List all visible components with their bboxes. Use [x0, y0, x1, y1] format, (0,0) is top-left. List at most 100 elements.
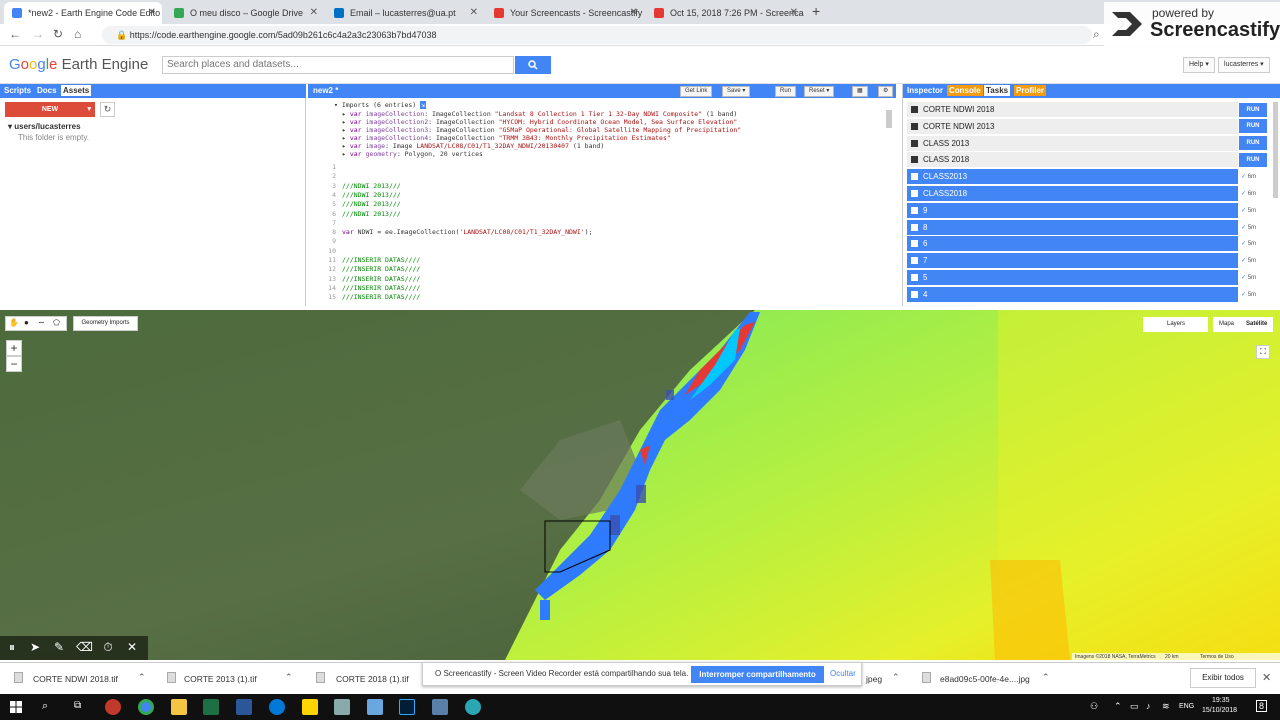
- home-icon[interactable]: ⌂: [74, 27, 81, 41]
- reset-button[interactable]: Reset ▾: [804, 86, 835, 97]
- task-view-icon[interactable]: ⧉: [74, 700, 81, 711]
- completed-task-item[interactable]: CLASS2018: [907, 186, 1238, 201]
- code-area[interactable]: ▾ Imports (6 entries) ⇲ ▸ var imageColle…: [308, 100, 892, 306]
- search-input[interactable]: Search places and datasets...: [162, 56, 514, 74]
- url-field[interactable]: 🔒 https://code.earthengine.google.com/5a…: [102, 26, 1092, 44]
- map-type-satellite[interactable]: Satélite: [1246, 317, 1267, 332]
- import-entry[interactable]: ▸ var imageCollection: ImageCollection "…: [342, 110, 737, 118]
- pen-icon[interactable]: ✎: [51, 640, 67, 654]
- hand-icon[interactable]: ✋: [9, 318, 19, 327]
- clock-date[interactable]: 15/10/2018: [1202, 707, 1237, 714]
- completed-task-item[interactable]: 8: [907, 219, 1238, 235]
- import-entry[interactable]: ▸ var geometry: Polygon, 20 vertices: [342, 150, 483, 158]
- search-icon[interactable]: ⌕: [42, 700, 48, 713]
- import-entry[interactable]: ▸ var imageCollection4: ImageCollection …: [342, 134, 671, 142]
- imports-header[interactable]: ▾ Imports (6 entries) ⇲: [334, 101, 427, 109]
- clock-time[interactable]: 19:35: [1212, 697, 1230, 704]
- download-item[interactable]: CORTE 2018 (1).tif: [336, 674, 409, 684]
- user-menu-button[interactable]: lucasterres ▾: [1218, 57, 1270, 73]
- completed-task-item[interactable]: 6: [907, 236, 1238, 252]
- chevron-up-icon[interactable]: ⌃: [285, 672, 293, 683]
- code-line[interactable]: ///NDWI 2013///: [342, 191, 401, 199]
- tab-email[interactable]: Email – lucasterres@ua.pt ✕: [326, 2, 484, 24]
- map-view[interactable]: ✋ ● ∼ ⬠ Geometry Imports + − Layers Mapa…: [0, 310, 1280, 660]
- code-line[interactable]: ///NDWI 2013///: [342, 210, 401, 218]
- tab-screencasts[interactable]: Your Screencasts - Screencastify ✕: [486, 2, 644, 24]
- help-button[interactable]: Help ▾: [1183, 57, 1215, 73]
- map-type-map[interactable]: Mapa: [1219, 317, 1234, 332]
- completed-task-item[interactable]: 7: [907, 253, 1238, 269]
- tab-assets[interactable]: Assets: [61, 85, 92, 96]
- show-all-downloads-button[interactable]: Exibir todos: [1190, 668, 1256, 688]
- user-folder[interactable]: ▾ users/lucasterres: [8, 122, 81, 131]
- polygon-icon[interactable]: ⬠: [53, 318, 60, 327]
- app-icon[interactable]: [105, 699, 121, 715]
- timer-icon[interactable]: ⏱: [100, 640, 116, 655]
- tab-scripts[interactable]: Scripts: [2, 85, 33, 96]
- tab-google-drive[interactable]: O meu disco – Google Drive ✕: [166, 2, 324, 24]
- completed-task-item[interactable]: 4: [907, 286, 1238, 302]
- wifi-icon[interactable]: ≋: [1162, 701, 1170, 712]
- tab-docs[interactable]: Docs: [35, 85, 59, 96]
- layers-button[interactable]: Layers: [1143, 317, 1208, 332]
- run-task-button[interactable]: RUN: [1239, 119, 1267, 134]
- volume-icon[interactable]: ♪: [1146, 701, 1151, 711]
- line-icon[interactable]: ∼: [38, 318, 45, 327]
- code-line[interactable]: ///NDWI 2013///: [342, 182, 401, 190]
- search-button[interactable]: [515, 56, 551, 74]
- tasks-scrollbar[interactable]: [1273, 102, 1278, 198]
- run-button[interactable]: Run: [775, 86, 797, 97]
- settings-icon[interactable]: ⚙: [878, 86, 894, 97]
- tab-profiler[interactable]: Profiler: [1014, 85, 1047, 96]
- close-icon[interactable]: ✕: [124, 640, 140, 654]
- chevron-up-icon[interactable]: ⌃: [1114, 701, 1122, 712]
- tab-tasks[interactable]: Tasks: [984, 85, 1011, 96]
- edge-icon[interactable]: [269, 699, 285, 715]
- code-line[interactable]: ///INSERIR DATAS////: [342, 284, 420, 292]
- word-icon[interactable]: [236, 699, 252, 715]
- close-icon[interactable]: ✕: [630, 2, 638, 24]
- people-icon[interactable]: ⚇: [1090, 701, 1098, 712]
- editor-scrollbar[interactable]: [886, 110, 892, 128]
- close-icon[interactable]: ✕: [790, 2, 798, 24]
- code-line[interactable]: ///INSERIR DATAS////: [342, 293, 420, 301]
- notification-icon[interactable]: 8: [1256, 700, 1268, 712]
- chrome-icon[interactable]: [138, 699, 154, 715]
- close-icon[interactable]: ✕: [470, 2, 478, 24]
- language-indicator[interactable]: ENG: [1179, 703, 1194, 710]
- reload-icon[interactable]: ↻: [53, 27, 63, 41]
- import-entry[interactable]: ▸ var imageCollection2: ImageCollection …: [342, 118, 737, 126]
- run-task-button[interactable]: RUN: [1239, 102, 1267, 117]
- chevron-up-icon[interactable]: ⌃: [892, 672, 900, 683]
- scale-bar[interactable]: 20 km: [1165, 654, 1179, 660]
- fullscreen-icon[interactable]: ⛶: [1256, 345, 1270, 359]
- point-icon[interactable]: ●: [24, 318, 29, 327]
- file-explorer-icon[interactable]: [171, 699, 187, 715]
- close-icon[interactable]: ✕: [1262, 671, 1271, 684]
- import-entry[interactable]: ▸ var image: Image LANDSAT/LC08/C01/T1_3…: [342, 142, 604, 150]
- zoom-out-button[interactable]: −: [6, 356, 22, 372]
- tab-screencast-recording[interactable]: Oct 15, 2018 7:26 PM - Screenca ✕: [646, 2, 804, 24]
- network-icon[interactable]: ▭: [1130, 701, 1139, 712]
- hide-button[interactable]: Ocultar: [830, 669, 856, 678]
- excel-icon[interactable]: [203, 699, 219, 715]
- chevron-up-icon[interactable]: ⌃: [138, 672, 146, 683]
- photoshop-icon[interactable]: [399, 699, 415, 715]
- code-line[interactable]: ///INSERIR DATAS////: [342, 265, 420, 273]
- search-icon[interactable]: ⌕: [1093, 27, 1100, 42]
- app-icon[interactable]: [334, 699, 350, 715]
- new-button[interactable]: NEW ▾: [5, 102, 95, 117]
- completed-task-item[interactable]: 5: [907, 270, 1238, 285]
- windows-start-icon[interactable]: [10, 701, 22, 713]
- geometry-imports-button[interactable]: Geometry Imports: [73, 316, 138, 331]
- back-icon[interactable]: ←: [9, 27, 21, 41]
- close-icon[interactable]: ✕: [310, 2, 318, 24]
- tab-earth-engine[interactable]: *new2 - Earth Engine Code Edito ✕: [4, 2, 162, 24]
- refresh-icon[interactable]: ↻: [100, 102, 115, 117]
- earth-engine-logo[interactable]: Google Earth Engine: [9, 56, 148, 73]
- forward-icon[interactable]: →: [32, 27, 44, 41]
- save-button[interactable]: Save ▾: [722, 86, 751, 97]
- completed-task-item[interactable]: CLASS2013: [907, 169, 1238, 185]
- code-line[interactable]: ///INSERIR DATAS////: [342, 275, 420, 283]
- terms-link[interactable]: Termos de Uso: [1200, 654, 1234, 660]
